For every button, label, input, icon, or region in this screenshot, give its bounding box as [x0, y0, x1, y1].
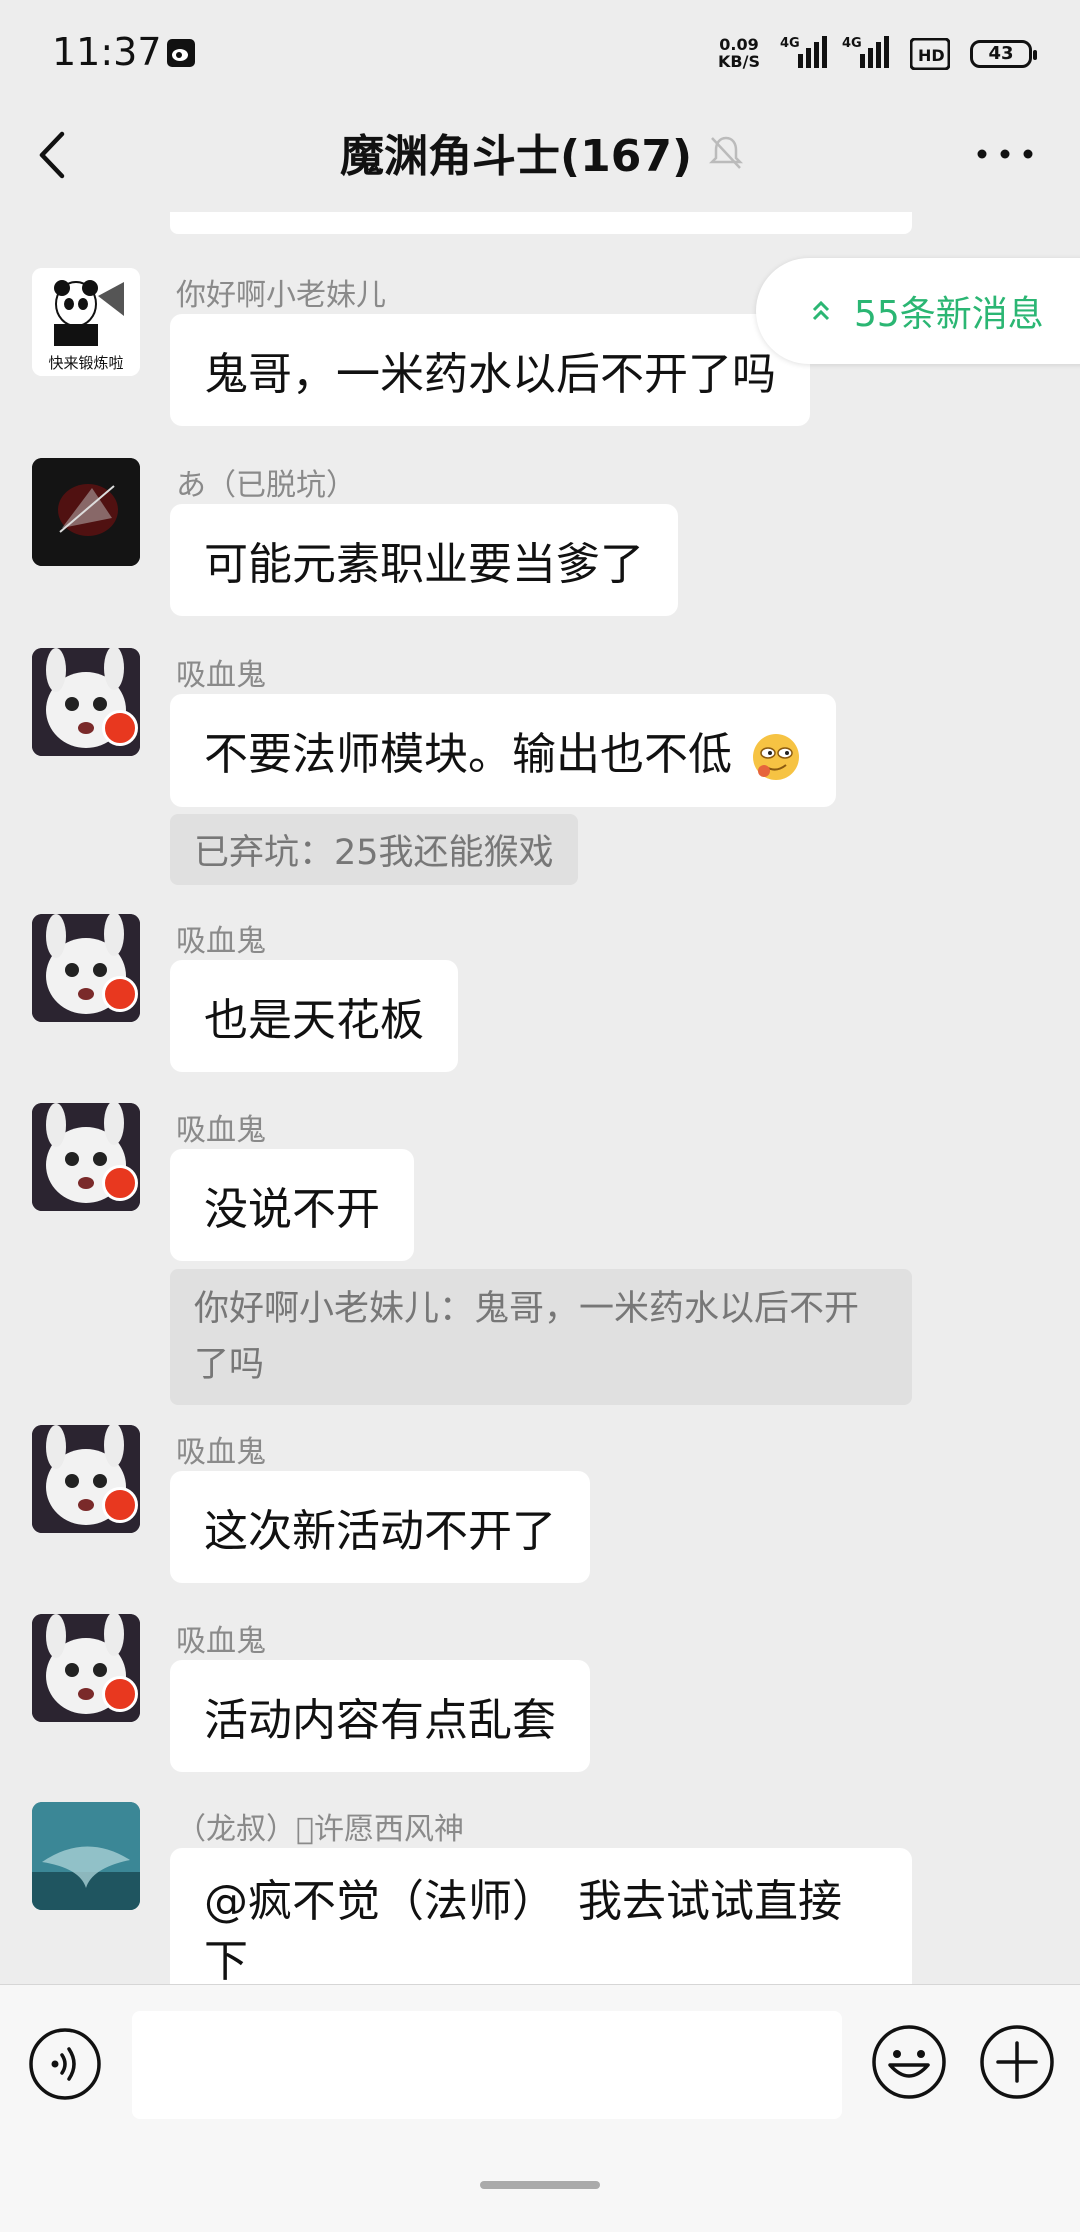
svg-text:HD: HD [918, 46, 945, 65]
emoji-button[interactable] [870, 2023, 948, 2101]
sender-name: あ（已脱坑） [176, 468, 356, 503]
battery-indicator: 43 [970, 40, 1037, 68]
more-options-button[interactable] [970, 132, 1040, 176]
back-button[interactable] [30, 124, 90, 186]
avatar-caption: 快来锻炼啦 [48, 354, 124, 372]
quoted-message[interactable]: 已弃坑：25我还能猴戏 [170, 814, 578, 885]
message-bubble[interactable]: @疯不觉（法师） 我去试试直接下 [170, 1848, 912, 1984]
sender-name: 吸血鬼 [176, 658, 266, 693]
voice-input-button[interactable] [28, 2027, 102, 2101]
network-speed: 0.09 KB/S [718, 35, 760, 71]
previous-message-bubble-edge [170, 212, 912, 234]
chat-title: 魔渊角斗士(167) [340, 131, 693, 182]
smirk-emoji-icon [753, 734, 799, 780]
input-bar [0, 1984, 1080, 2232]
hd-voice-icon: HD [910, 38, 950, 70]
sender-name: 吸血鬼 [176, 1435, 266, 1470]
weibo-icon [167, 39, 195, 67]
sender-name: 吸血鬼 [176, 1113, 266, 1148]
signal-strength-icon [860, 36, 889, 68]
china-flag-badge [102, 1487, 138, 1523]
message-bubble[interactable]: 没说不开 [170, 1149, 414, 1261]
new-messages-label: 55条新消息 [854, 294, 1044, 335]
manta-ray-avatar-icon [32, 1802, 140, 1910]
new-messages-button[interactable]: 55条新消息 [756, 258, 1080, 364]
message-bubble[interactable]: 活动内容有点乱套 [170, 1660, 590, 1772]
sender-name: 你好啊小老妹儿 [176, 278, 386, 313]
message-bubble[interactable]: 不要法师模块。输出也不低 [170, 694, 836, 807]
message-bubble[interactable]: 鬼哥，一米药水以后不开了吗 [170, 314, 810, 426]
message-bubble[interactable]: 可能元素职业要当爹了 [170, 504, 678, 616]
message-item: （龙叔） 许愿西风神 @疯不觉（法师） 我去试试直接下 [0, 1802, 1080, 1984]
quoted-message[interactable]: 你好啊小老妹儿：鬼哥，一米药水以后不开了吗 [170, 1269, 912, 1405]
china-flag-badge [102, 1676, 138, 1712]
home-indicator[interactable] [480, 2181, 600, 2189]
message-text: 不要法师模块。输出也不低 [204, 729, 732, 780]
mute-bell-icon [709, 136, 744, 169]
more-functions-plus-button[interactable] [978, 2023, 1056, 2101]
china-flag-badge [102, 710, 138, 746]
signal-strength-icon [798, 36, 827, 68]
chat-title-wrap: 魔渊角斗士(167) [340, 120, 746, 184]
sender-name: （龙叔） 许愿西风神 [176, 1812, 465, 1847]
message-bubble[interactable]: 这次新活动不开了 [170, 1471, 590, 1583]
china-flag-badge [102, 976, 138, 1012]
status-time: 11:37 [52, 30, 162, 74]
china-flag-badge [102, 1165, 138, 1201]
double-chevron-up-icon [812, 300, 830, 321]
dark-abstract-avatar-icon [32, 458, 140, 566]
status-bar: 11:37 0.09 KB/S 4G 4G HD 43 [0, 0, 1080, 110]
message-input[interactable] [132, 2011, 842, 2119]
avatar[interactable]: 快来锻炼啦 [32, 268, 140, 376]
avatar[interactable] [32, 458, 140, 566]
sender-name: 吸血鬼 [176, 924, 266, 959]
message-bubble[interactable]: 也是天花板 [170, 960, 458, 1072]
chat-header: 魔渊角斗士(167) [0, 110, 1080, 200]
sender-name: 吸血鬼 [176, 1624, 266, 1659]
avatar[interactable] [32, 1802, 140, 1910]
